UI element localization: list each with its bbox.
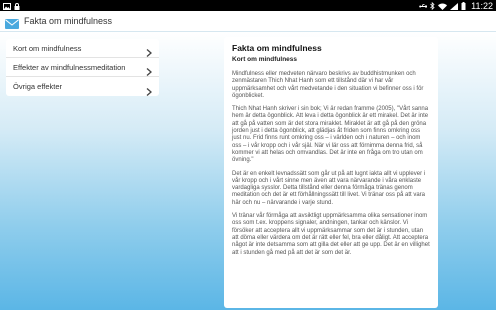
detail-subtitle: Kort om mindfulness — [232, 56, 298, 63]
app-title: Fakta om mindfulness — [24, 16, 113, 26]
list-item-kort-om-mindfulness[interactable]: Kort om mindfulness — [6, 39, 159, 58]
status-bar-time: 11:22 — [471, 0, 493, 11]
chevron-right-icon — [146, 44, 152, 57]
action-bar: Fakta om mindfulness — [0, 11, 496, 32]
list-item-label: Effekter av mindfulnessmeditation — [13, 62, 126, 72]
chevron-right-icon — [146, 63, 152, 76]
status-bar: 11:22 — [0, 0, 496, 11]
detail-paragraph: Det är en enkelt levnadssätt som går ut … — [232, 170, 426, 206]
content-area: Kort om mindfulness Effekter av mindfuln… — [0, 32, 496, 310]
envelope-app-icon[interactable] — [5, 16, 19, 29]
list-item-ovriga-effekter[interactable]: Övriga effekter — [6, 77, 159, 96]
detail-paragraph: Thich Nhat Hanh skriver i sin bok; Vi är… — [232, 106, 429, 164]
detail-paragraph: Vi tränar vår förmåga att avsiktligt upp… — [232, 213, 430, 256]
chevron-right-icon — [146, 83, 152, 96]
detail-panel[interactable]: Fakta om mindfulness Kort om mindfulness… — [224, 37, 438, 308]
topic-list: Kort om mindfulness Effekter av mindfuln… — [6, 39, 159, 96]
detail-paragraph: Mindfulness eller medveten närvaro beskr… — [232, 71, 424, 99]
detail-title: Fakta om mindfulness — [232, 43, 322, 53]
list-item-label: Kort om mindfulness — [13, 43, 82, 53]
list-item-effekter-av-mindfulnessmeditation[interactable]: Effekter av mindfulnessmeditation — [6, 58, 159, 77]
list-item-label: Övriga effekter — [13, 82, 63, 91]
